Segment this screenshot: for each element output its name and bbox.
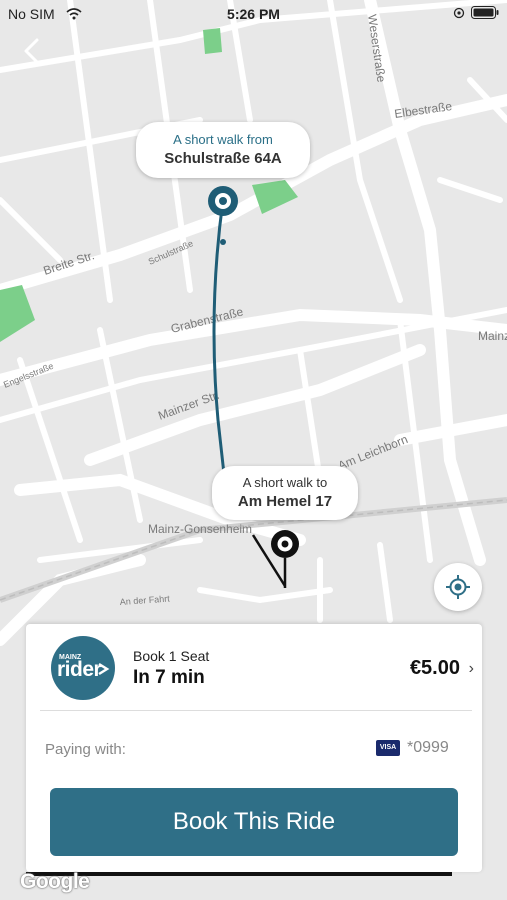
home-indicator xyxy=(26,872,452,876)
battery-icon xyxy=(471,6,499,19)
back-arrow-icon[interactable] xyxy=(18,36,48,66)
dropoff-address: Am Hemel 17 xyxy=(237,493,333,510)
eta-label: In 7 min xyxy=(133,667,205,688)
dropoff-subtitle: A short walk to xyxy=(242,475,328,490)
locate-icon xyxy=(446,575,470,599)
my-location-button[interactable] xyxy=(434,563,482,611)
wifi-icon xyxy=(66,8,82,20)
svg-text:Mainz-Gonsenheim: Mainz-Gonsenheim xyxy=(148,522,252,536)
service-logo: MAINZ rider xyxy=(51,636,115,700)
dropoff-bubble: A short walk to Am Hemel 17 xyxy=(212,466,358,520)
chevron-right-icon[interactable]: › xyxy=(469,660,474,678)
logo-arrow-icon xyxy=(98,662,110,676)
card-number[interactable]: *0999 xyxy=(407,739,449,757)
pickup-pin-icon xyxy=(208,186,238,216)
pickup-address: Schulstraße 64A xyxy=(164,150,282,167)
price-label[interactable]: €5.00 xyxy=(410,657,460,680)
ride-card: MAINZ rider Book 1 Seat In 7 min €5.00 ›… xyxy=(26,624,482,872)
book-ride-button[interactable]: Book This Ride xyxy=(50,788,458,856)
svg-text:Mainz: Mainz xyxy=(478,329,507,343)
paying-with-label: Paying with: xyxy=(45,741,126,758)
location-arrow-icon xyxy=(453,7,465,18)
visa-icon: VISA xyxy=(376,740,400,756)
logo-text: rider xyxy=(57,658,102,681)
pickup-bubble: A short walk from Schulstraße 64A xyxy=(136,122,310,178)
google-attribution: Google xyxy=(20,870,90,893)
divider xyxy=(40,710,472,711)
pickup-subtitle: A short walk from xyxy=(173,132,273,147)
seat-label: Book 1 Seat xyxy=(133,648,210,664)
